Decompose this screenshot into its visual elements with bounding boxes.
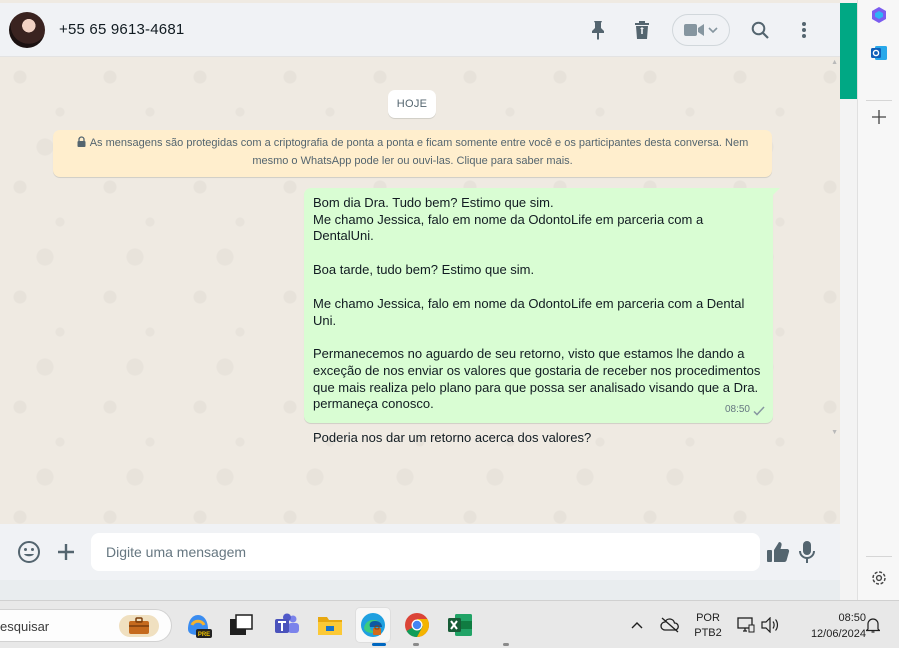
contact-avatar[interactable] <box>9 11 45 48</box>
show-hidden-icons-button[interactable] <box>626 601 648 648</box>
menu-dots-icon <box>802 22 806 38</box>
bubble-tail <box>772 188 780 196</box>
edge-taskbar-app[interactable] <box>355 607 391 643</box>
taskbar-clock[interactable]: 08:50 12/06/2024 <box>786 610 866 642</box>
language-indicator[interactable]: POR PTB2 <box>690 611 726 641</box>
notifications-button[interactable] <box>862 601 884 648</box>
video-call-button[interactable] <box>672 14 730 46</box>
outlook-sidebar-button[interactable] <box>866 40 892 66</box>
message-time: 08:50 <box>724 404 750 416</box>
file-explorer-taskbar-app[interactable] <box>312 607 348 643</box>
outgoing-message[interactable]: Bom dia Dra. Tudo bem? Estimo que sim. M… <box>304 188 780 445</box>
search-chat-button[interactable] <box>738 10 782 50</box>
lock-icon <box>77 136 86 147</box>
emoji-icon <box>18 541 40 563</box>
taskbar-search-text: esquisar <box>0 619 50 634</box>
add-sidebar-app-button[interactable] <box>866 104 892 130</box>
scrollbar-thumb[interactable] <box>840 3 857 99</box>
copilot-sidebar-button[interactable] <box>866 2 892 28</box>
date-chip: HOJE <box>388 90 436 118</box>
scroll-up-arrow-icon[interactable]: ▲ <box>831 59 838 66</box>
chat-scrollbar[interactable]: ▲ ▼ <box>830 57 840 524</box>
search-icon <box>751 21 769 39</box>
excel-taskbar-app[interactable] <box>442 607 478 643</box>
task-view-icon <box>230 614 253 635</box>
message-paragraph: Permanecemos no aguardo de seu retorno, … <box>313 346 761 412</box>
composer-bar <box>0 524 840 580</box>
pin-icon <box>592 21 604 40</box>
taskbar-search[interactable]: esquisar <box>0 609 172 642</box>
running-indicator <box>503 643 509 646</box>
scroll-down-arrow-icon[interactable]: ▼ <box>831 429 838 436</box>
single-check-icon <box>753 406 765 416</box>
chrome-running-indicator <box>413 643 419 646</box>
chat-body[interactable]: HOJE As mensagens são protegidas com a c… <box>0 57 840 524</box>
delete-button[interactable] <box>620 10 664 50</box>
header-actions <box>576 3 826 57</box>
chrome-icon <box>405 613 429 637</box>
copilot-taskbar-app[interactable]: PRE <box>180 607 216 643</box>
outlook-icon <box>871 46 887 60</box>
delete-icon <box>635 21 649 39</box>
teams-taskbar-app[interactable] <box>269 607 305 643</box>
briefcase-icon <box>129 617 149 634</box>
sidebar-divider <box>866 100 892 101</box>
folder-icon <box>318 617 342 635</box>
menu-button[interactable] <box>782 10 826 50</box>
plus-icon <box>58 544 74 560</box>
search-highlight-badge[interactable] <box>119 615 159 637</box>
task-view-button[interactable] <box>223 607 259 643</box>
chrome-taskbar-app[interactable] <box>399 607 435 643</box>
sidebar-settings-button[interactable] <box>866 565 892 591</box>
cloud-offline-icon <box>660 617 679 633</box>
message-paragraph: Bom dia Dra. Tudo bem? Estimo que sim. M… <box>313 195 704 244</box>
copilot-badge-text: PRE <box>198 632 210 638</box>
attach-button[interactable] <box>52 538 80 566</box>
encryption-notice-text: As mensagens são protegidas com a cripto… <box>89 137 749 167</box>
clock-time: 08:50 <box>838 612 866 624</box>
encryption-notice[interactable]: As mensagens são protegidas com a cripto… <box>53 130 772 177</box>
video-call-icon <box>684 24 704 36</box>
copilot-icon: PRE <box>188 615 212 638</box>
keyboard-layout: PTB2 <box>694 627 722 639</box>
excel-icon <box>448 614 472 636</box>
message-input[interactable] <box>91 533 760 571</box>
volume-button[interactable] <box>759 601 781 648</box>
language-code: POR <box>696 612 720 624</box>
whatsapp-window: +55 65 9613-4681 HOJE As mensagens são p… <box>0 0 840 580</box>
network-icon <box>737 617 755 633</box>
message-paragraph: Poderia nos dar um retorno acerca dos va… <box>313 430 592 446</box>
chat-header: +55 65 9613-4681 <box>0 3 840 57</box>
taskbar: esquisar PRE POR PTB2 08:50 12/06/2024 <box>0 600 899 648</box>
message-paragraph: Me chamo Jessica, falo em nome da Odonto… <box>313 295 745 328</box>
message-meta: 08:50 <box>725 402 765 419</box>
microphone-icon <box>799 541 815 563</box>
chevron-down-icon <box>708 27 718 34</box>
edge-icon <box>361 613 385 637</box>
contact-name[interactable]: +55 65 9613-4681 <box>59 21 184 38</box>
bell-icon <box>866 618 880 633</box>
message-paragraph: Boa tarde, tudo bem? Estimo que sim. <box>313 262 535 278</box>
teams-icon <box>275 613 299 633</box>
plus-icon <box>872 110 886 124</box>
network-button[interactable] <box>735 601 757 648</box>
copilot-icon <box>872 7 886 23</box>
onedrive-button[interactable] <box>658 601 682 648</box>
chevron-up-icon <box>631 622 643 629</box>
window-bottom-gap <box>0 580 840 600</box>
speaker-icon <box>761 617 779 633</box>
edge-running-indicator <box>372 643 386 646</box>
clock-date: 12/06/2024 <box>810 628 866 640</box>
gear-icon <box>872 571 886 585</box>
pin-button[interactable] <box>576 10 620 50</box>
thumbs-up-button[interactable] <box>764 538 792 566</box>
thumbs-up-icon <box>767 542 790 562</box>
window-scrollbar-strip[interactable] <box>840 0 857 600</box>
sidebar-divider <box>866 556 892 557</box>
voice-message-button[interactable] <box>793 538 821 566</box>
edge-sidebar <box>857 0 899 600</box>
emoji-button[interactable] <box>15 538 43 566</box>
